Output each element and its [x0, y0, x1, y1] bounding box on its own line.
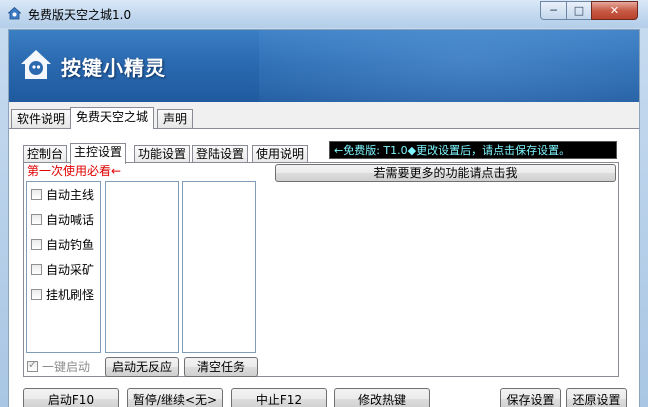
- checkbox-auto-mainline[interactable]: 自动主线: [31, 186, 94, 202]
- tab-label: 控制台: [27, 147, 64, 161]
- window-title: 免费版天空之城1.0: [28, 8, 132, 22]
- close-button[interactable]: ✕: [591, 1, 638, 20]
- stop-button[interactable]: 中止F12: [231, 388, 327, 407]
- close-icon: ✕: [609, 4, 620, 17]
- clear-tasks-button[interactable]: 清空任务: [184, 357, 258, 377]
- tab-main-settings[interactable]: 主控设置: [70, 143, 127, 164]
- save-settings-button[interactable]: 保存设置: [500, 388, 561, 407]
- tab-login-settings[interactable]: 登陆设置: [192, 145, 249, 163]
- tab-label: 使用说明: [256, 147, 305, 161]
- brand-logo-icon: [21, 50, 51, 79]
- start-no-response-button[interactable]: 启动无反应: [105, 357, 179, 377]
- maximize-icon: □: [573, 4, 585, 17]
- more-features-button[interactable]: 若需要更多的功能请点击我: [275, 164, 616, 182]
- app-icon: [8, 7, 21, 20]
- tab-free-sky-city[interactable]: 免费天空之城: [70, 107, 155, 129]
- checkbox-label: 自动钓鱼: [46, 237, 95, 252]
- maximize-button[interactable]: □: [566, 1, 592, 20]
- checkbox-auto-fishing[interactable]: 自动钓鱼: [31, 236, 94, 252]
- checkbox-box[interactable]: [31, 213, 42, 225]
- tab-function-settings[interactable]: 功能设置: [134, 145, 191, 163]
- checkbox-one-key-start: 一键启动: [27, 358, 90, 374]
- checkbox-auto-mining[interactable]: 自动采矿: [31, 261, 94, 277]
- banner: 按键小精灵: [9, 30, 639, 102]
- checkbox-idle-farming[interactable]: 挂机刷怪: [31, 286, 94, 302]
- checkbox-label: 一键启动: [42, 359, 91, 374]
- tab-label: 登陆设置: [196, 147, 245, 161]
- checkbox-box[interactable]: [31, 263, 42, 275]
- checkbox-label: 自动主线: [46, 187, 95, 202]
- restore-settings-button[interactable]: 还原设置: [566, 388, 627, 407]
- tab-software-info[interactable]: 软件说明: [11, 109, 72, 128]
- tab-label: 软件说明: [17, 112, 66, 126]
- pause-resume-button[interactable]: 暂停/继续<无>: [127, 388, 223, 407]
- tab-console[interactable]: 控制台: [23, 145, 68, 163]
- checkbox-label: 自动喊话: [46, 212, 95, 227]
- tab-label: 免费天空之城: [76, 110, 149, 124]
- first-use-warning: 第一次使用必看←: [27, 164, 122, 178]
- status-ticker: ←免费版: T1.0◆更改设置后，请点击保存设置。: [329, 141, 617, 159]
- tab-label: 功能设置: [138, 147, 187, 161]
- tab-label: 主控设置: [74, 145, 123, 159]
- task-list-right[interactable]: [182, 181, 256, 353]
- task-list-middle[interactable]: [105, 181, 179, 353]
- checkbox-box[interactable]: [31, 188, 42, 200]
- tab-label: 声明: [163, 112, 188, 126]
- brand-name: 按键小精灵: [61, 56, 166, 80]
- checkbox-box: [27, 358, 38, 372]
- minimize-button[interactable]: ─: [540, 1, 567, 20]
- tab-statement[interactable]: 声明: [157, 109, 194, 128]
- client-area: 按键小精灵 软件说明 免费天空之城 声明 控制台 主控设置 功能设置 登陆设置 …: [8, 29, 640, 407]
- checkbox-label: 自动采矿: [46, 262, 95, 277]
- outer-tab-strip: 软件说明 免费天空之城 声明: [9, 107, 639, 129]
- app-window: 免费版天空之城1.0 ─ □ ✕ 按键小精灵 软件说明 免费天空之城 声明 控制…: [0, 0, 648, 407]
- minimize-icon: ─: [550, 4, 557, 17]
- title-bar[interactable]: 免费版天空之城1.0 ─ □ ✕: [0, 0, 648, 28]
- tab-usage-guide[interactable]: 使用说明: [252, 145, 309, 163]
- start-button[interactable]: 启动F10: [23, 388, 119, 407]
- checkbox-auto-shout[interactable]: 自动喊话: [31, 211, 94, 227]
- checkbox-box[interactable]: [31, 238, 42, 250]
- change-hotkey-button[interactable]: 修改热键: [334, 388, 430, 407]
- checkbox-box[interactable]: [31, 288, 42, 300]
- banner-glow: [259, 30, 639, 102]
- checkbox-label: 挂机刷怪: [46, 287, 95, 302]
